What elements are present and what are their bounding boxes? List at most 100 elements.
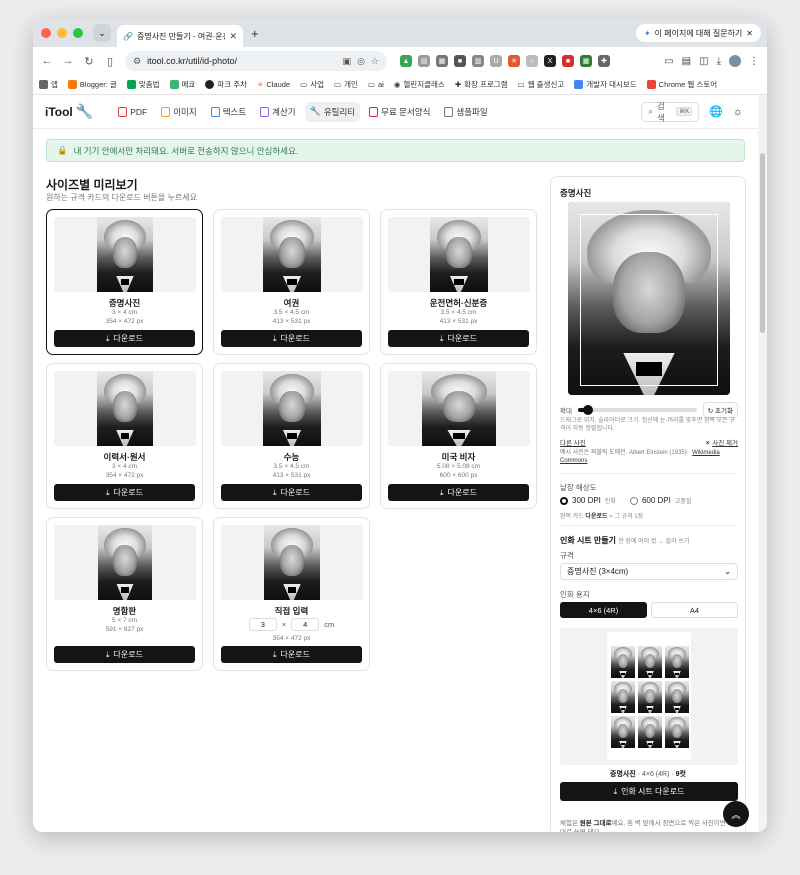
paper-option-4x6[interactable]: 4×6 (4R) xyxy=(560,602,647,618)
reload-icon[interactable]: ↻ xyxy=(83,55,95,68)
card-name: 증명사진 xyxy=(108,298,141,308)
eye-off-icon[interactable]: ◎ xyxy=(357,56,365,67)
size-card-passport[interactable]: 여권 3.5 × 4.5 cm 413 × 531 px ⤓ 다운로드 xyxy=(213,209,370,355)
active-tab[interactable]: 🔗 증명사진 만들기 - 여권·운전면허·신 ✕ xyxy=(117,25,243,47)
tab-close-icon[interactable]: ✕ xyxy=(229,31,237,42)
bookmark-item[interactable]: 메쿄 xyxy=(169,79,195,90)
download-button[interactable]: ⤓ 다운로드 xyxy=(221,330,362,347)
extension-grid-icon[interactable]: ▦ xyxy=(436,55,448,67)
other-photo-link[interactable]: 다른 사진 xyxy=(560,437,586,447)
reading-icon[interactable]: ▤ xyxy=(682,56,691,67)
tab-search-icon[interactable]: ⌄ xyxy=(93,24,111,42)
scroll-top-button[interactable]: ︽ xyxy=(723,801,749,827)
screenshot-icon[interactable]: ▣ xyxy=(343,56,352,67)
download-icon[interactable]: ⤓ xyxy=(717,56,721,67)
language-globe-icon[interactable]: 🌐 xyxy=(709,105,723,118)
remove-photo-label: 사진 제거 xyxy=(712,440,738,447)
radio-300dpi[interactable] xyxy=(560,496,568,505)
reset-button[interactable]: ↻ 초기화 xyxy=(702,402,738,418)
remove-photo-link[interactable]: ✕ 사진 제거 xyxy=(705,437,738,447)
bookmark-item[interactable]: ✳ Claude xyxy=(257,80,290,89)
bookmark-item[interactable]: ◉ 헬린지클래스 xyxy=(394,79,445,90)
download-button[interactable]: ⤓ 다운로드 xyxy=(388,330,529,347)
minimize-window-button[interactable] xyxy=(57,28,67,38)
site-search-button[interactable]: ⌕ 검색 ⌘K xyxy=(641,101,700,123)
bookmark-star-icon[interactable]: ☆ xyxy=(371,56,379,67)
custom-height-input[interactable]: 4 xyxy=(291,618,320,631)
extension-icon[interactable]: ■ xyxy=(562,55,574,67)
download-button[interactable]: ⤓ 다운로드 xyxy=(388,484,529,501)
spec-select[interactable]: 증명사진 (3×4cm) ⌄ xyxy=(560,563,738,580)
zoom-slider[interactable] xyxy=(577,405,697,415)
bookmark-item[interactable]: Chrome 웹 스토어 xyxy=(646,79,717,90)
bookmark-item[interactable]: ✚ 확장 프로그램 xyxy=(455,79,508,90)
extension-drive-icon[interactable]: ▲ xyxy=(400,55,412,67)
claude-icon: ✳ xyxy=(257,80,264,89)
bookmark-folder[interactable]: ▭ ai xyxy=(368,80,384,89)
back-icon[interactable]: ← xyxy=(41,55,53,67)
ask-page-button[interactable]: ✦ 이 페이지에 대해 질문하기 ✕ xyxy=(635,24,761,42)
bookmark-item[interactable]: 맞춤법 xyxy=(126,79,160,90)
bookmark-folder[interactable]: ▭ 개인 xyxy=(334,79,358,90)
paper-option-a4[interactable]: A4 xyxy=(651,602,738,618)
size-card-us-visa[interactable]: 미국 비자 5.08 × 5.08 cm 600 × 600 px ⤓ 다운로드 xyxy=(380,363,537,509)
bookmark-item[interactable]: Blogger: 글 xyxy=(67,79,117,90)
sidebar-icon[interactable]: ▯ xyxy=(104,55,116,68)
nav-calculator[interactable]: 계산기 xyxy=(255,102,300,122)
new-tab-button[interactable]: + xyxy=(251,26,259,41)
theme-sun-icon[interactable]: ☼ xyxy=(733,106,743,118)
nav-text[interactable]: 텍스트 xyxy=(206,102,251,122)
radio-600dpi[interactable] xyxy=(629,496,638,505)
size-card-custom[interactable]: 직접 입력 3 × 4 cm 354 × 472 px ⤓ 다운로드 xyxy=(213,517,370,671)
split-view-icon[interactable]: ▭ xyxy=(664,56,673,67)
extension-icon[interactable]: ▤ xyxy=(418,55,430,67)
extension-icon[interactable]: ✳ xyxy=(508,55,520,67)
extension-icon[interactable]: X xyxy=(544,55,556,67)
site-logo[interactable]: iTool 🔧 xyxy=(45,103,93,120)
custom-width-input[interactable]: 3 xyxy=(248,618,277,631)
bookmark-folder[interactable]: ▭ 웹 출생신고 xyxy=(518,79,565,90)
bookmark-item[interactable]: 앱 xyxy=(39,79,58,90)
size-card-suneung[interactable]: 수능 3.5 × 4.5 cm 413 × 531 px ⤓ 다운로드 xyxy=(213,363,370,509)
chevrons-up-icon: ︽ xyxy=(731,809,741,820)
page-scrollbar[interactable] xyxy=(758,95,767,832)
download-button[interactable]: ⤓ 다운로드 xyxy=(54,646,195,663)
nav-sample-files[interactable]: 샘플파일 xyxy=(439,102,492,122)
size-card-drivers-license[interactable]: 운전면허·신분증 3.5 × 4.5 cm 413 × 531 px ⤓ 다운로드 xyxy=(380,209,537,355)
download-button[interactable]: ⤓ 다운로드 xyxy=(54,330,195,347)
nav-free-forms[interactable]: 무료 문서양식 xyxy=(364,102,435,122)
bookmark-item[interactable]: 개발자 대시보드 xyxy=(574,79,637,90)
profile-avatar[interactable] xyxy=(729,55,741,67)
size-card-id-photo[interactable]: 증명사진 3 × 4 cm 354 × 472 px ⤓ 다운로드 xyxy=(46,209,203,355)
download-button[interactable]: ⤓ 다운로드 xyxy=(54,484,195,501)
bookmark-folder[interactable]: ▭ 사업 xyxy=(300,79,324,90)
tab-groups-icon[interactable]: ◫ xyxy=(699,56,708,67)
nav-pdf[interactable]: PDF xyxy=(113,103,152,121)
size-card-business-card[interactable]: 명함판 5 × 7 cm 591 × 827 px ⤓ 다운로드 xyxy=(46,517,203,671)
extension-icon[interactable]: ▦ xyxy=(580,55,592,67)
crop-preview[interactable] xyxy=(568,202,730,395)
bookmark-item[interactable]: 파크 주차 xyxy=(205,79,247,90)
sheet-download-button[interactable]: ⤓ 인화 시트 다운로드 xyxy=(560,782,738,801)
close-icon[interactable]: ✕ xyxy=(746,29,753,38)
maximize-window-button[interactable] xyxy=(73,28,83,38)
extension-u-icon[interactable]: U xyxy=(490,55,502,67)
divider xyxy=(560,473,738,474)
forward-icon[interactable]: → xyxy=(62,55,74,67)
size-card-resume[interactable]: 이력서·원서 3 × 4 cm 354 × 472 px ⤓ 다운로드 xyxy=(46,363,203,509)
extension-icon[interactable]: ⌂ xyxy=(526,55,538,67)
download-button[interactable]: ⤓ 다운로드 xyxy=(221,646,362,663)
extension-icon[interactable]: ▥ xyxy=(472,55,484,67)
scroll-thumb[interactable] xyxy=(760,153,765,333)
close-window-button[interactable] xyxy=(41,28,51,38)
site-info-icon[interactable]: ⚙ xyxy=(133,56,141,67)
more-menu-icon[interactable]: ⋮ xyxy=(749,56,759,67)
nav-image[interactable]: 이미지 xyxy=(156,102,201,122)
ask-page-label: 이 페이지에 대해 질문하기 xyxy=(654,28,743,38)
extensions-puzzle-icon[interactable]: ✚ xyxy=(598,55,610,67)
download-button[interactable]: ⤓ 다운로드 xyxy=(221,484,362,501)
extension-icon[interactable]: ■ xyxy=(454,55,466,67)
url-field[interactable]: ⚙ itool.co.kr/util/id-photo/ ▣ ◎ ☆ xyxy=(125,51,387,71)
zoom-slider-handle[interactable] xyxy=(582,405,593,415)
nav-utility[interactable]: 🔧 유틸리티 xyxy=(304,101,361,122)
